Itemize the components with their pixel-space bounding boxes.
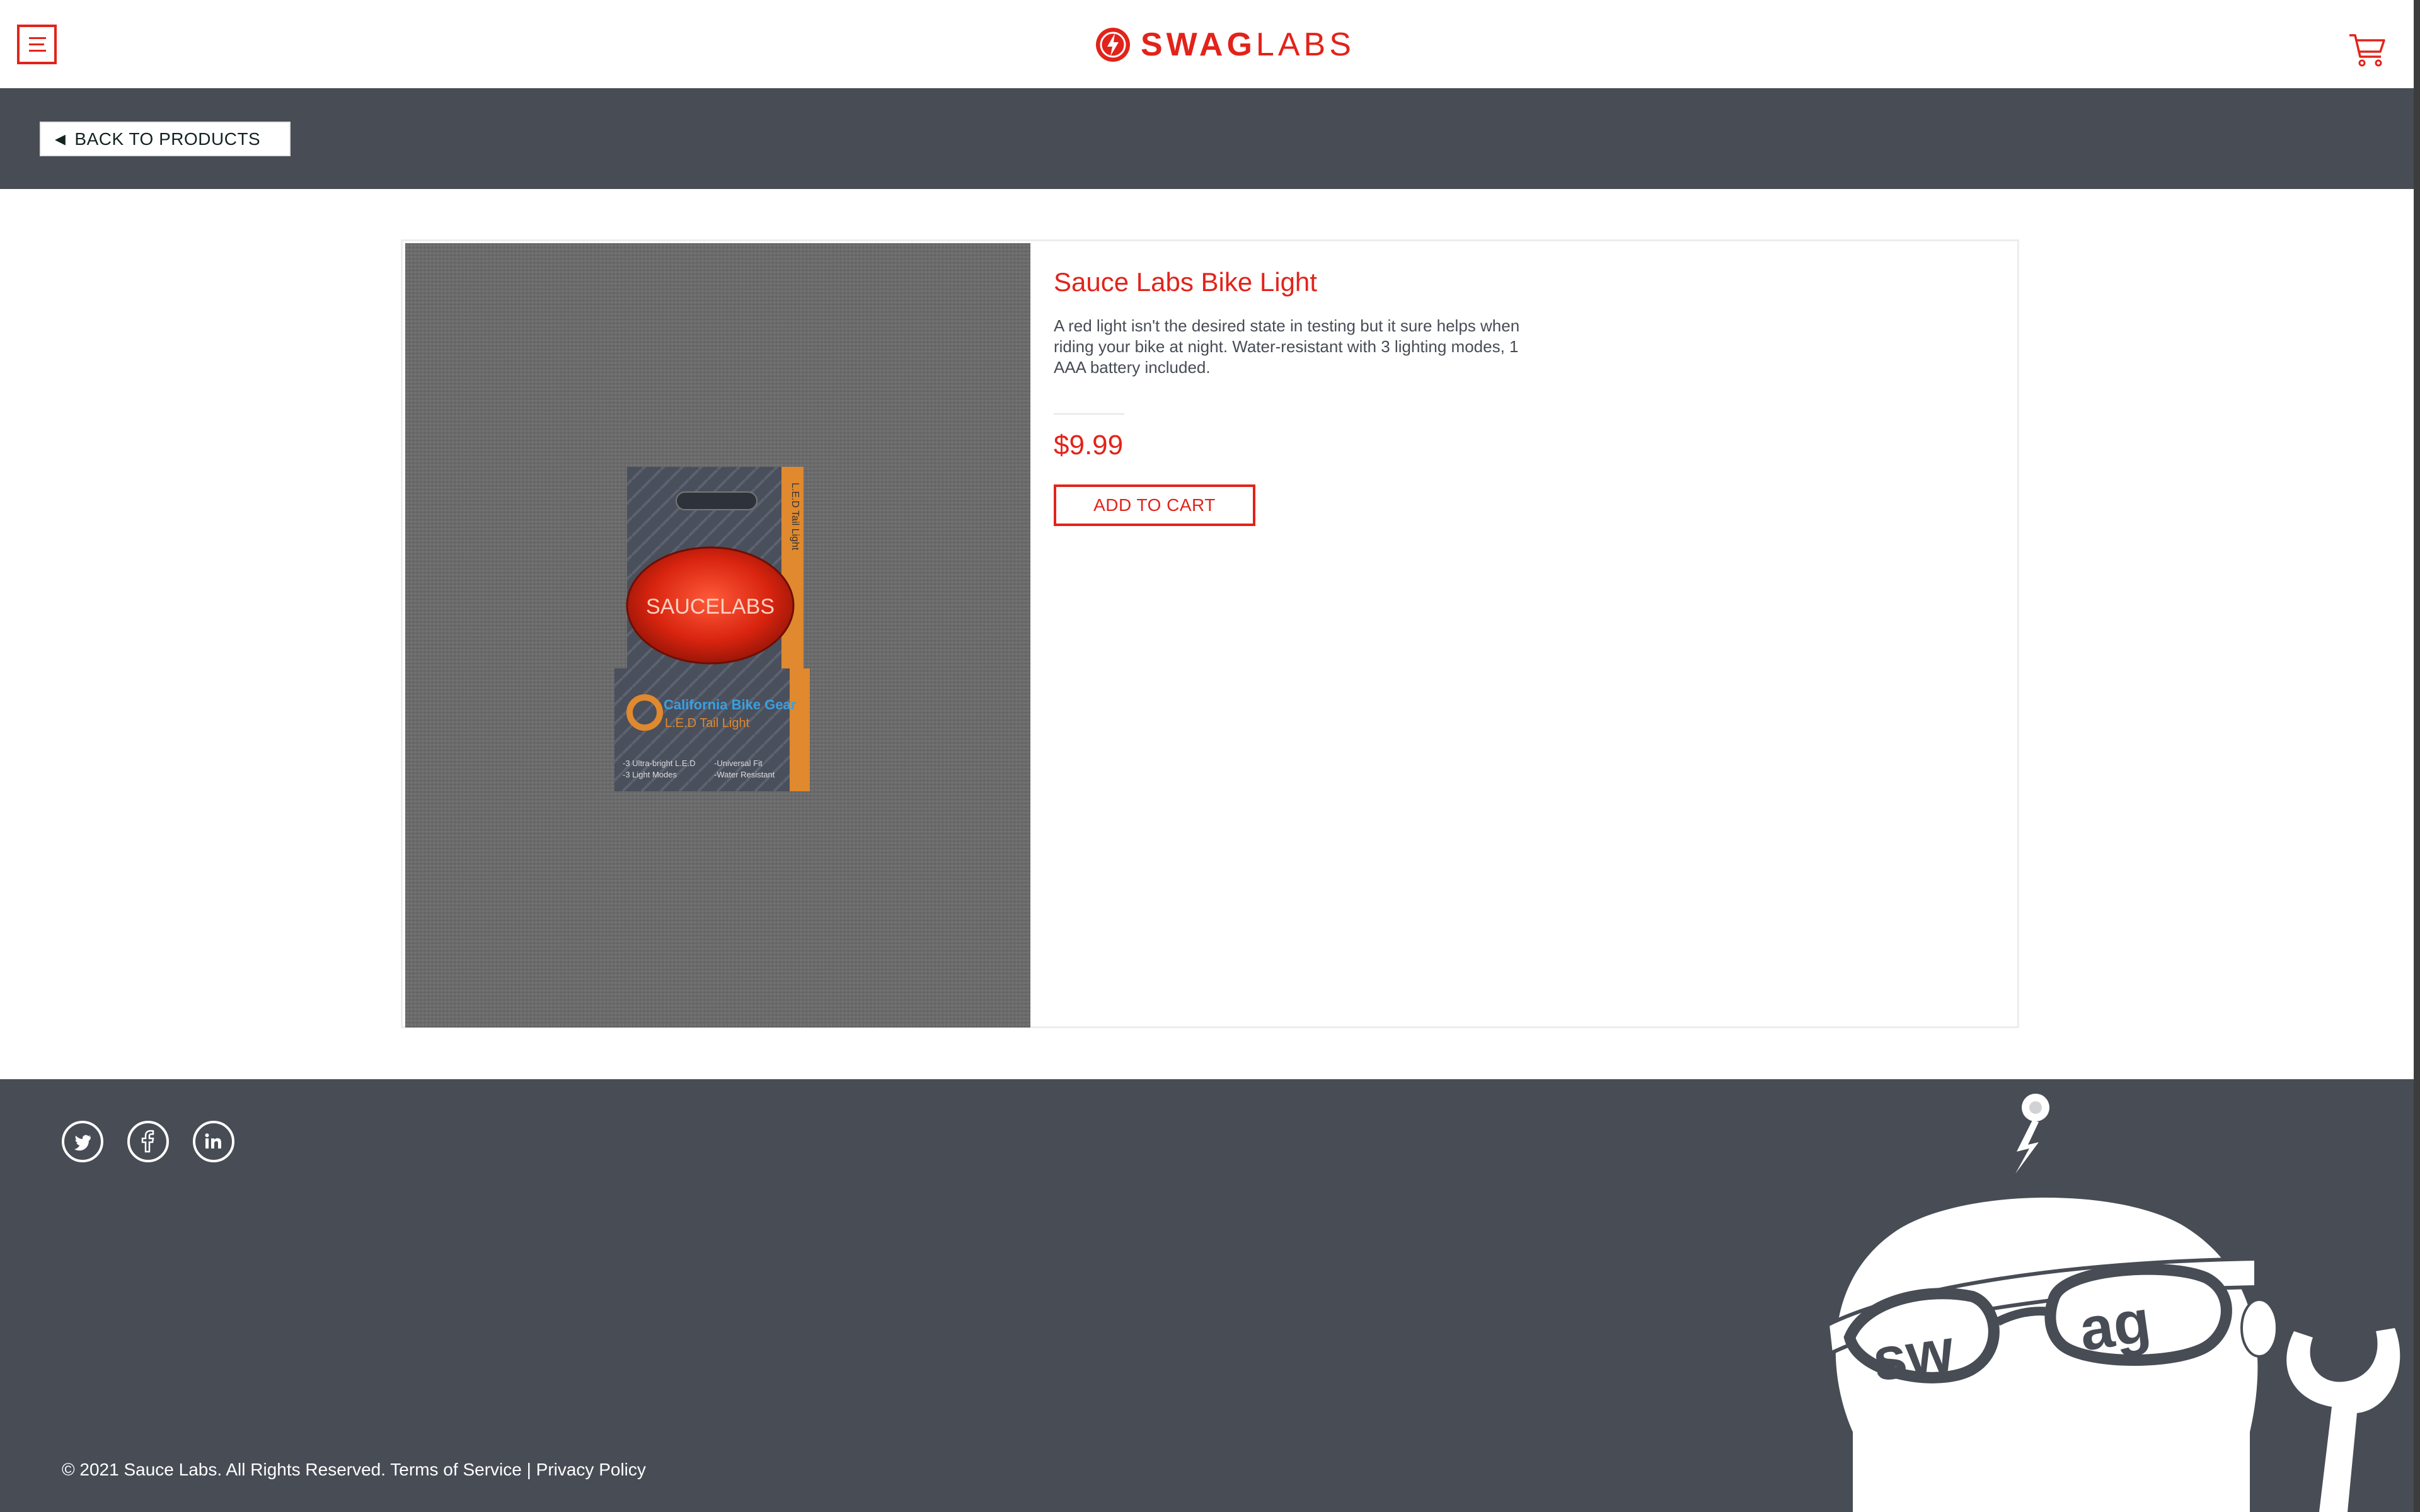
logo-wordmark: SWAGLABS — [1141, 26, 1355, 63]
facebook-icon[interactable] — [127, 1121, 169, 1162]
back-to-products-label: BACK TO PRODUCTS — [74, 129, 261, 149]
divider — [1054, 413, 1124, 415]
svg-text:California Bike Gear: California Bike Gear — [664, 697, 797, 713]
linkedin-icon[interactable] — [193, 1121, 234, 1162]
menu-icon-bar — [29, 43, 44, 45]
svg-text:-Water Resistant: -Water Resistant — [714, 770, 775, 779]
shopping-cart-icon[interactable] — [2348, 32, 2386, 68]
twitter-icon[interactable] — [62, 1121, 103, 1162]
product-name: Sauce Labs Bike Light — [1054, 267, 1317, 297]
triangle-left-icon: ◀ — [55, 130, 66, 147]
svg-text:L.E.D Tail Light: L.E.D Tail Light — [665, 716, 750, 730]
product-price: $9.99 — [1054, 430, 1124, 461]
add-to-cart-button[interactable]: ADD TO CART — [1054, 484, 1255, 527]
svg-text:SAUCELABS: SAUCELABS — [646, 595, 775, 619]
svg-text:L.E.D Tail Light: L.E.D Tail Light — [790, 483, 800, 551]
svg-text:-3 Ultra-bright L.E.D: -3 Ultra-bright L.E.D — [623, 759, 696, 768]
menu-button[interactable] — [17, 25, 57, 64]
copyright-text: © 2021 Sauce Labs. All Rights Reserved. … — [62, 1460, 646, 1479]
svg-text:sw: sw — [1869, 1316, 1958, 1394]
svg-text:ag: ag — [2075, 1287, 2155, 1364]
swag-bot-mascot-image: sw ag — [1825, 1094, 2400, 1512]
svg-text:-3 Light Modes: -3 Light Modes — [623, 770, 677, 779]
footer: © 2021 Sauce Labs. All Rights Reserved. … — [0, 1079, 2414, 1512]
back-to-products-button[interactable]: ◀ BACK TO PRODUCTS — [40, 122, 291, 156]
app-logo: SWAGLABS — [1095, 25, 1355, 64]
menu-icon-bar — [29, 50, 46, 52]
secondary-header: ◀ BACK TO PRODUCTS — [0, 88, 2414, 189]
app-header: SWAGLABS — [0, 0, 2414, 88]
product-description: A red light isn't the desired state in t… — [1054, 316, 1520, 377]
product-image: L.E.D Tail Light SAUCELABS California Bi… — [405, 243, 1030, 1028]
scrollbar[interactable] — [2414, 0, 2420, 1512]
sauce-logo-icon — [1096, 28, 1130, 62]
product-details-card: L.E.D Tail Light SAUCELABS California Bi… — [401, 239, 2019, 1028]
product-info: Sauce Labs Bike Light A red light isn't … — [1054, 266, 1533, 527]
menu-icon-bar — [29, 37, 46, 39]
svg-text:-Universal Fit: -Universal Fit — [714, 759, 763, 768]
